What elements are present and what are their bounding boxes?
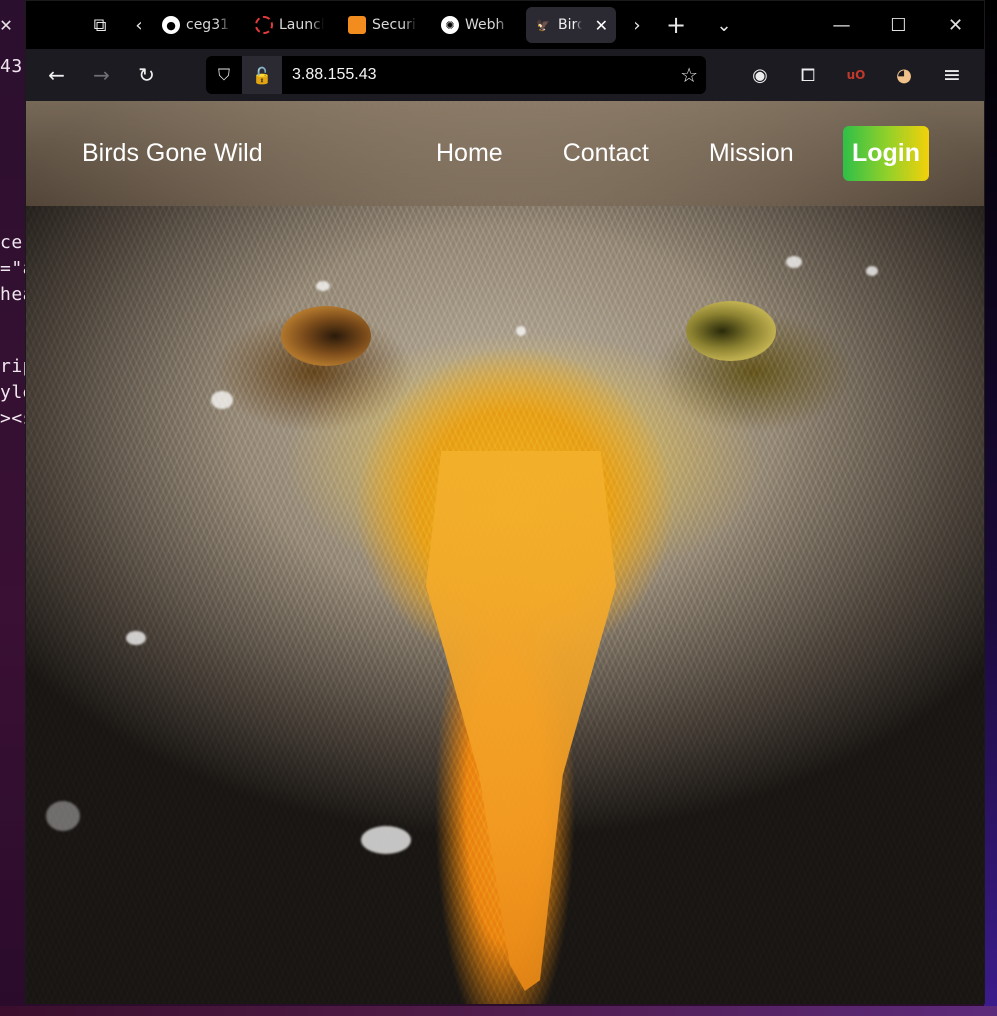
toolbar-right: ◉ ⧠ uO ◕ ≡ (736, 49, 976, 101)
site-header: Birds Gone Wild Home Contact Mission Log… (26, 101, 984, 206)
terminal-line: 43 (0, 56, 23, 77)
snowflake (46, 801, 80, 831)
new-tab-icon[interactable]: + (652, 1, 700, 49)
account-icon[interactable]: ◉ (736, 49, 784, 101)
nav-home-link[interactable]: Home (436, 139, 503, 168)
insecure-lock-icon[interactable]: 🔓 (242, 56, 282, 94)
tab-bar: ⧉ ‹ ● ceg31 Launch Securi ✺ Webh 🦅 Birds (26, 1, 984, 49)
eagle-eye-right (686, 301, 776, 361)
close-window-icon[interactable]: ✕ (927, 1, 984, 49)
launch-icon (255, 16, 273, 34)
tab-title: Birds (558, 17, 582, 33)
address-bar[interactable]: ⛉ 🔓 3.88.155.43 ☆ (206, 56, 706, 94)
reload-icon[interactable]: ↻ (124, 55, 169, 95)
openai-icon: ✺ (441, 16, 459, 34)
browser-window: ⧉ ‹ ● ceg31 Launch Securi ✺ Webh 🦅 Birds (25, 0, 985, 1004)
forward-icon[interactable]: → (79, 55, 124, 95)
snowflake (866, 266, 878, 276)
nav-mission-link[interactable]: Mission (709, 139, 794, 168)
tabs-scroll-left-icon[interactable]: ‹ (124, 1, 154, 49)
tab-title: Securi (372, 17, 416, 33)
snowflake (516, 326, 526, 336)
ublock-icon[interactable]: uO (832, 49, 880, 101)
tab-close-icon[interactable]: ✕ (595, 16, 608, 35)
tracking-shield-icon[interactable]: ⛉ (206, 65, 242, 85)
extensions-icon[interactable]: ⧠ (784, 49, 832, 101)
tab-title: ceg31 (186, 17, 230, 33)
minimize-icon[interactable]: — (813, 1, 870, 49)
login-button[interactable]: Login (843, 126, 929, 181)
tab-webhook[interactable]: ✺ Webh (433, 7, 526, 43)
maximize-icon[interactable]: ☐ (870, 1, 927, 49)
profile-icon[interactable]: ◕ (880, 49, 928, 101)
snowflake (211, 391, 233, 409)
github-icon: ● (162, 16, 180, 34)
nav-contact-link[interactable]: Contact (563, 139, 649, 168)
eagle-eye-left (281, 306, 371, 366)
tab-launch[interactable]: Launch (247, 7, 340, 43)
window-controls: — ☐ ✕ (813, 1, 984, 49)
site-brand[interactable]: Birds Gone Wild (82, 139, 263, 168)
snowflake (786, 256, 802, 268)
page-viewport: Birds Gone Wild Home Contact Mission Log… (26, 101, 984, 1004)
tab-birds[interactable]: 🦅 Birds ✕ (526, 7, 616, 43)
site-nav: Home Contact Mission (436, 139, 854, 168)
terminal-close-icon[interactable]: ✕ (0, 12, 12, 36)
desktop-edge (0, 1006, 997, 1016)
nav-toolbar: ← → ↻ ⛉ 🔓 3.88.155.43 ☆ ◉ ⧠ uO ◕ ≡ (26, 49, 984, 101)
aws-icon (348, 16, 366, 34)
tab-title: Webh (465, 17, 505, 33)
app-menu-icon[interactable]: ≡ (928, 49, 976, 101)
tab-security[interactable]: Securi (340, 7, 433, 43)
tabs-scroll-right-icon[interactable]: › (622, 1, 652, 49)
bird-icon: 🦅 (536, 18, 550, 32)
tab-ceg31[interactable]: ● ceg31 (154, 7, 247, 43)
desktop-edge (984, 0, 997, 1016)
snowflake (126, 631, 146, 645)
back-icon[interactable]: ← (34, 55, 79, 95)
tab-strip: ● ceg31 Launch Securi ✺ Webh 🦅 Birds ✕ (154, 1, 616, 49)
snowflake (316, 281, 330, 291)
bookmark-star-icon[interactable]: ☆ (680, 63, 698, 87)
tab-title: Launch (279, 17, 324, 33)
url-text[interactable]: 3.88.155.43 (292, 66, 377, 84)
snowflake (361, 826, 411, 854)
list-all-tabs-icon[interactable]: ⌄ (700, 1, 748, 49)
tab-overview-icon[interactable]: ⧉ (76, 1, 124, 49)
